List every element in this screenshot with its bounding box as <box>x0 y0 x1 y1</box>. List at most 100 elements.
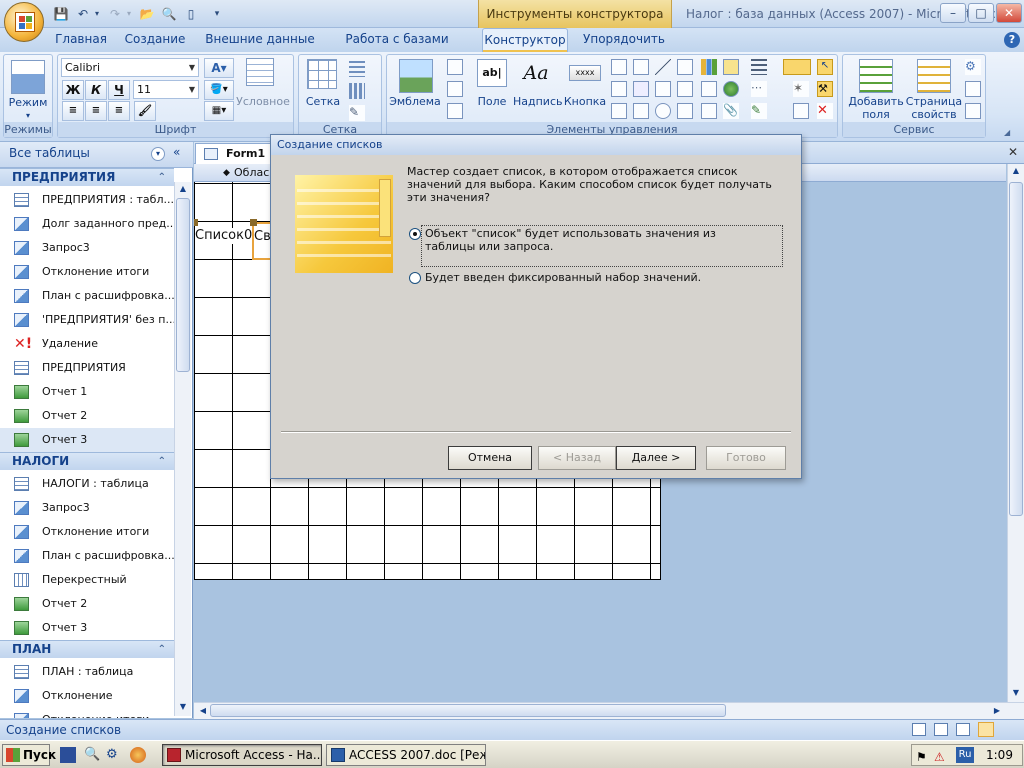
property-sheet-button[interactable]: Страница свойств <box>903 95 965 121</box>
subform-open-icon[interactable] <box>965 103 981 119</box>
insert-activex-icon[interactable] <box>793 103 809 119</box>
line-type-icon[interactable] <box>349 83 365 99</box>
datasheet-view-icon[interactable] <box>934 723 948 736</box>
scroll-up-icon[interactable]: ▲ <box>176 182 190 196</box>
nav-item[interactable]: ПЛАН : таблица <box>0 660 174 684</box>
unbound-object-icon[interactable] <box>701 81 717 97</box>
nav-item[interactable]: НАЛОГИ : таблица <box>0 472 174 496</box>
redo-dropdown-icon[interactable]: ▾ <box>124 5 134 23</box>
nav-item[interactable]: 'ПРЕДПРИЯТИЯ' без п... <box>0 308 174 332</box>
underline-button[interactable]: Ч <box>108 80 130 100</box>
collapse-group-icon[interactable]: ⌃ <box>158 641 166 658</box>
collapse-group-icon[interactable]: ⌃ <box>158 453 166 470</box>
fill-color-button[interactable]: 🪣▾ <box>204 80 234 100</box>
back-button[interactable]: < Назад <box>538 446 616 470</box>
logo-icon[interactable] <box>399 59 433 93</box>
tab-home[interactable]: Главная <box>52 28 110 52</box>
layout-view-icon[interactable] <box>956 723 970 736</box>
new-doc-icon[interactable]: ▯ <box>182 5 200 23</box>
form-vscroll-thumb[interactable] <box>1009 182 1023 516</box>
font-name-combo[interactable]: Calibri ▼ <box>61 58 199 77</box>
font-color-button[interactable]: A▾ <box>204 58 234 78</box>
option-fixed-values-radio[interactable] <box>409 272 421 284</box>
align-left-button[interactable]: ≡ <box>62 101 84 121</box>
nav-collapse-icon[interactable]: « <box>173 145 180 159</box>
page-number-icon[interactable] <box>447 81 463 97</box>
scroll-down-icon[interactable]: ▼ <box>176 700 190 714</box>
redo-icon[interactable]: ↷ <box>106 5 124 23</box>
page-break-icon[interactable] <box>677 103 693 119</box>
bound-object-icon[interactable] <box>701 103 717 119</box>
scroll-up-icon[interactable]: ▲ <box>1009 164 1023 178</box>
doc-close-icon[interactable]: ✕ <box>1008 145 1018 159</box>
next-button[interactable]: Далее > <box>616 446 696 470</box>
nav-item[interactable]: Отклонение итоги <box>0 708 174 718</box>
finish-button[interactable]: Готово <box>706 446 786 470</box>
firefox-icon[interactable] <box>130 747 146 763</box>
form-hscroll-thumb[interactable] <box>210 704 726 717</box>
option-fixed-values-label[interactable]: Будет введен фиксированный набор значени… <box>425 271 765 284</box>
view-dropdown-icon[interactable]: ▾ <box>4 109 52 122</box>
button-icon[interactable]: xxxx <box>569 65 601 81</box>
nav-item[interactable]: Отклонение итоги <box>0 260 174 284</box>
wand-icon[interactable]: ⚒ <box>817 81 833 97</box>
nav-group-header[interactable]: ПЛАН ⌃ <box>0 640 174 658</box>
align-center-button[interactable]: ≡ <box>85 101 107 121</box>
nav-item[interactable]: Отчет 2 <box>0 592 174 616</box>
undo-icon[interactable]: ↶ <box>74 5 92 23</box>
date-time-icon[interactable] <box>447 103 463 119</box>
line-icon[interactable] <box>655 59 671 75</box>
tab-form1[interactable]: Form1 <box>195 143 273 164</box>
language-indicator[interactable]: Ru <box>956 747 974 763</box>
grid-icon[interactable] <box>307 59 337 89</box>
design-view-icon[interactable] <box>978 722 994 737</box>
nav-scrollbar[interactable]: ▲ ▼ <box>174 182 191 716</box>
nav-item[interactable]: Отклонение <box>0 684 174 708</box>
nav-item[interactable]: ПРЕДПРИЯТИЯ : табл... <box>0 188 174 212</box>
scroll-left-icon[interactable]: ◀ <box>196 704 210 718</box>
checkbox-icon[interactable] <box>655 81 671 97</box>
tab-order-icon[interactable] <box>965 81 981 97</box>
delete-control-icon[interactable]: ✕ <box>817 103 833 119</box>
hyperlink-icon[interactable] <box>633 59 649 75</box>
nav-item[interactable]: Запрос3 <box>0 236 174 260</box>
close-button[interactable]: ✕ <box>996 3 1022 23</box>
subform-icon[interactable] <box>633 103 649 119</box>
taskbar-item-word[interactable]: ACCESS 2007.doc [Режи... <box>326 744 486 766</box>
nav-group-header[interactable]: НАЛОГИ ⌃ <box>0 452 174 470</box>
collapse-group-icon[interactable]: ⌃ <box>158 169 166 186</box>
print-preview-icon[interactable]: 🔍 <box>160 5 178 23</box>
label-move-handle[interactable] <box>194 219 198 226</box>
list-box-label[interactable]: Список0: <box>195 228 257 244</box>
view-icon[interactable] <box>11 60 45 94</box>
gridlines-color-button[interactable]: ▦▾ <box>204 101 234 121</box>
tab-arrange[interactable]: Упорядочить <box>580 28 668 52</box>
form-view-icon[interactable] <box>912 723 926 736</box>
nav-group-header[interactable]: ПРЕДПРИЯТИЯ ⌃ <box>0 168 174 186</box>
scroll-down-icon[interactable]: ▼ <box>1009 686 1023 700</box>
cancel-button[interactable]: Отмена <box>448 446 532 470</box>
special-effects-icon[interactable] <box>783 59 811 75</box>
tab-control-icon[interactable] <box>611 59 627 75</box>
add-fields-icon[interactable] <box>859 59 893 93</box>
font-size-combo[interactable]: 11 ▼ <box>133 80 199 99</box>
option-table-query-label[interactable]: Объект "список" будет использовать значе… <box>425 227 765 253</box>
conditional-format-icon[interactable] <box>246 58 274 86</box>
nav-scroll-thumb[interactable] <box>176 198 190 372</box>
nav-item[interactable]: Отчет 3 <box>0 428 174 452</box>
option-group-icon[interactable] <box>611 81 627 97</box>
office-button[interactable] <box>4 2 44 42</box>
field-icon[interactable]: ab| <box>477 59 507 87</box>
grid-button[interactable]: Сетка <box>301 95 345 108</box>
nav-item[interactable]: План с расшифровка... <box>0 544 174 568</box>
title-control-icon[interactable] <box>447 59 463 75</box>
form-horizontal-scrollbar[interactable]: ◀ ▶ <box>194 702 1024 719</box>
control-wizards-icon[interactable]: ✶ <box>793 81 809 97</box>
attachment-icon[interactable]: 📎 <box>723 103 739 119</box>
line-color-icon[interactable]: ✎ <box>349 105 365 121</box>
scroll-right-icon[interactable]: ▶ <box>990 704 1004 718</box>
chart-icon[interactable] <box>701 59 717 75</box>
image-icon[interactable] <box>723 59 739 75</box>
nav-item[interactable]: ✕! Удаление <box>0 332 174 356</box>
tab-database-tools[interactable]: Работа с базами данных <box>326 28 468 68</box>
